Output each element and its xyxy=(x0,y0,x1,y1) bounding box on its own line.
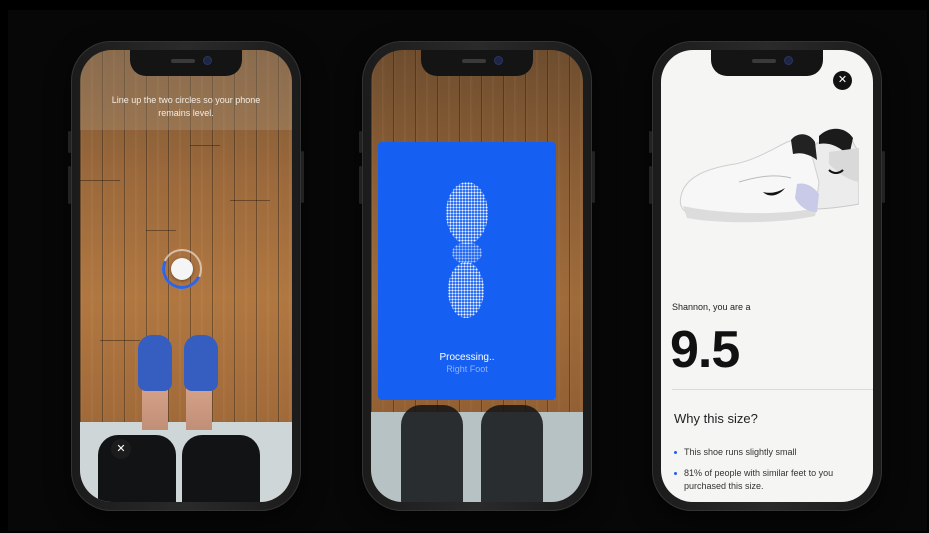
scan-level-screen: Line up the two circles so your phone re… xyxy=(80,50,292,502)
left-pant-leg xyxy=(401,405,463,502)
sneaker-image xyxy=(679,112,860,232)
processing-title: Processing.. xyxy=(439,352,495,363)
processing-card: Processing.. Right Foot xyxy=(378,142,556,400)
phone-processing: Processing.. Right Foot xyxy=(359,41,595,511)
bullet-icon xyxy=(674,451,677,454)
size-result-screen: ✕ Shannon, you are a 9.5 Why this size? … xyxy=(661,50,873,502)
size-reasons-list: This shoe runs slightly small 81% of peo… xyxy=(674,446,867,501)
processing-foot-label: Right Foot xyxy=(446,364,488,374)
phone-notch xyxy=(421,50,533,76)
level-bubble-icon xyxy=(171,258,193,280)
bullet-icon xyxy=(674,472,677,475)
showcase-background: Line up the two circles so your phone re… xyxy=(8,10,927,531)
processing-screen: Processing.. Right Foot xyxy=(371,50,583,502)
close-icon[interactable]: ✕ xyxy=(833,71,852,90)
phone-notch xyxy=(711,50,823,76)
size-intro-text: Shannon, you are a xyxy=(672,302,751,312)
phone-size-result: ✕ Shannon, you are a 9.5 Why this size? … xyxy=(649,41,885,511)
left-sock xyxy=(138,335,172,391)
right-pant-leg xyxy=(182,435,260,502)
left-pant-leg xyxy=(98,435,176,502)
foot-scan-heel-dots xyxy=(448,262,484,318)
right-sock xyxy=(184,335,218,391)
list-item: 81% of people with similar feet to you p… xyxy=(674,467,867,493)
section-divider xyxy=(672,389,873,390)
foot-scan-toe-dots xyxy=(446,182,488,244)
list-item: This shoe runs slightly small xyxy=(674,446,867,459)
phone-scan-level: Line up the two circles so your phone re… xyxy=(68,41,304,511)
close-icon[interactable]: ✕ xyxy=(111,439,131,459)
recommended-size: 9.5 xyxy=(670,321,740,379)
reason-text: This shoe runs slightly small xyxy=(684,447,797,457)
foot-scan-arch-dots xyxy=(452,242,482,264)
level-instruction-text: Line up the two circles so your phone re… xyxy=(111,95,261,118)
reason-text: 81% of people with similar feet to you p… xyxy=(684,468,834,491)
why-size-heading: Why this size? xyxy=(674,411,758,426)
right-pant-leg xyxy=(481,405,543,502)
phone-notch xyxy=(130,50,242,76)
